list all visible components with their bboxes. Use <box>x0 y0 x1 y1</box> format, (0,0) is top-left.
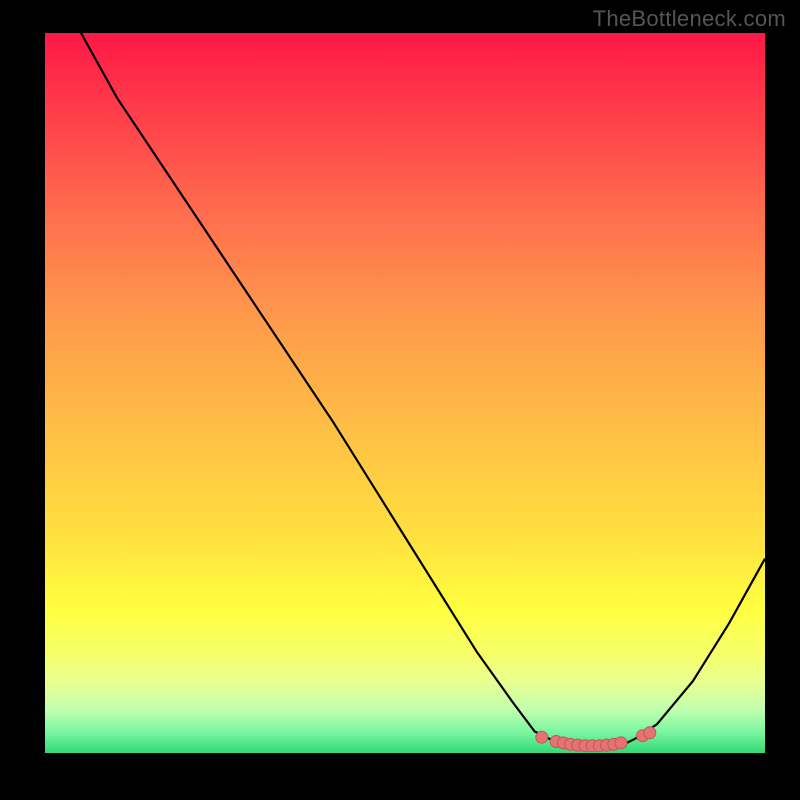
optimal-region-markers <box>536 727 656 752</box>
marker-point <box>536 731 548 743</box>
chart-frame: TheBottleneck.com <box>0 0 800 800</box>
marker-point <box>644 727 656 739</box>
watermark-text: TheBottleneck.com <box>593 6 786 32</box>
marker-point <box>615 737 627 749</box>
markers-layer <box>45 33 765 753</box>
plot-area <box>45 33 765 753</box>
